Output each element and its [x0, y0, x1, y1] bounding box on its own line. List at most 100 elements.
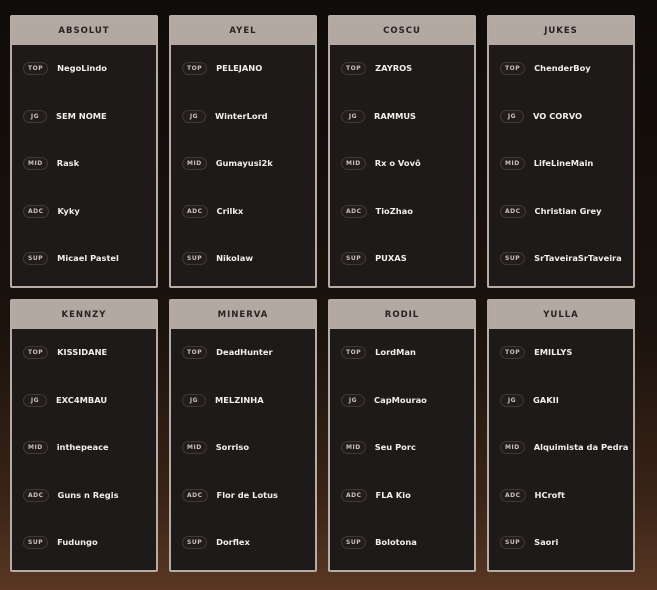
- role-badge: MID: [182, 441, 207, 455]
- player-name: Dorflex: [216, 537, 250, 548]
- roster: TOP DeadHunter JG MELZINHA MID Sorriso ADC F…: [171, 329, 315, 577]
- player-name: VO CORVO: [533, 110, 583, 121]
- player-name: LordMan: [375, 347, 416, 357]
- roster: TOP EMILLYS JG GAKII MID Alquimista da Pedr…: [489, 329, 633, 577]
- player-row: TOP KISSIDANE: [23, 339, 156, 387]
- player-name: LifeLineMain: [533, 158, 594, 169]
- player-row: TOP LordMan: [341, 339, 474, 387]
- team-card: MINERVA TOP DeadHunter JG MELZINHA MID Sorr…: [169, 299, 317, 572]
- player-row: TOP ZAYROS: [341, 55, 474, 103]
- team-card: KENNZY TOP KISSIDANE JG EXC4MBAU MID inthep…: [10, 299, 158, 572]
- role-badge: SUP: [341, 252, 367, 266]
- roster: TOP LordMan JG CapMourao MID Seu Porc ADC FL…: [330, 329, 474, 577]
- player-row: SUP Bolotona: [341, 529, 474, 577]
- team-name: RODIL: [330, 301, 474, 329]
- player-row: ADC Crilkx: [182, 198, 315, 246]
- role-badge: MID: [500, 157, 525, 171]
- player-name: SrTaveiraSrTaveira: [534, 253, 622, 264]
- role-badge: SUP: [341, 536, 367, 550]
- player-row: TOP EMILLYS: [500, 339, 633, 387]
- role-badge: ADC: [23, 488, 49, 502]
- role-badge: TOP: [341, 62, 367, 75]
- player-name: Alquimista da Pedra: [533, 442, 629, 453]
- player-row: MID Rask: [23, 150, 156, 198]
- role-badge: MID: [23, 157, 48, 171]
- role-badge: SUP: [182, 536, 208, 550]
- role-badge: TOP: [23, 346, 49, 359]
- role-badge: MID: [341, 441, 366, 455]
- player-row: SUP Saori: [500, 529, 633, 577]
- player-row: SUP Nikolaw: [182, 245, 315, 293]
- player-name: Guns n Regis: [57, 489, 119, 500]
- player-row: JG CapMourao: [341, 387, 474, 435]
- role-badge: TOP: [341, 346, 367, 359]
- player-row: JG RAMMUS: [341, 103, 474, 151]
- role-badge: JG: [23, 109, 47, 123]
- roster: TOP ChenderBoy JG VO CORVO MID LifeLineMain…: [489, 45, 633, 293]
- player-name: NegoLindo: [57, 63, 107, 73]
- player-row: ADC FLA Kio: [341, 482, 474, 530]
- player-name: CapMourao: [374, 394, 427, 405]
- role-badge: SUP: [23, 252, 49, 266]
- team-card: JUKES TOP ChenderBoy JG VO CORVO MID LifeLi…: [487, 15, 635, 288]
- role-badge: ADC: [341, 488, 367, 502]
- player-name: Seu Porc: [374, 442, 416, 453]
- player-row: ADC TioZhao: [341, 198, 474, 246]
- role-badge: JG: [23, 393, 47, 407]
- player-row: MID Rx o Vovô: [341, 150, 474, 198]
- role-badge: TOP: [500, 346, 526, 359]
- team-name: YULLA: [489, 301, 633, 329]
- role-badge: ADC: [500, 488, 526, 502]
- team-name: ABSOLUT: [12, 17, 156, 45]
- player-row: JG MELZINHA: [182, 387, 315, 435]
- player-row: ADC Guns n Regis: [23, 482, 156, 530]
- player-name: TioZhao: [375, 205, 413, 216]
- role-badge: JG: [341, 109, 365, 123]
- player-name: Rx o Vovô: [374, 158, 421, 169]
- team-card: YULLA TOP EMILLYS JG GAKII MID Alquimista d…: [487, 299, 635, 572]
- role-badge: JG: [341, 393, 365, 407]
- team-name: JUKES: [489, 17, 633, 45]
- player-row: ADC Flor de Lotus: [182, 482, 315, 530]
- role-badge: SUP: [500, 252, 526, 266]
- role-badge: SUP: [23, 536, 49, 550]
- player-name: DeadHunter: [216, 347, 273, 357]
- player-name: Gumayusi2k: [215, 158, 273, 169]
- team-name: MINERVA: [171, 301, 315, 329]
- role-badge: ADC: [500, 204, 526, 218]
- player-row: MID inthepeace: [23, 434, 156, 482]
- player-row: TOP PELEJANO: [182, 55, 315, 103]
- player-row: MID Gumayusi2k: [182, 150, 315, 198]
- player-name: RAMMUS: [374, 110, 417, 121]
- player-row: SUP PUXAS: [341, 245, 474, 293]
- player-name: PELEJANO: [216, 63, 263, 73]
- player-name: Kyky: [57, 205, 80, 216]
- player-name: MELZINHA: [215, 394, 264, 405]
- player-row: JG GAKII: [500, 387, 633, 435]
- role-badge: ADC: [182, 488, 208, 502]
- player-row: ADC Christian Grey: [500, 198, 633, 246]
- player-name: Christian Grey: [534, 205, 602, 216]
- player-name: Flor de Lotus: [216, 489, 278, 500]
- team-card: RODIL TOP LordMan JG CapMourao MID Seu Porc…: [328, 299, 476, 572]
- team-card: AYEL TOP PELEJANO JG WinterLord MID Gumayus…: [169, 15, 317, 288]
- player-row: ADC HCroft: [500, 482, 633, 530]
- role-badge: JG: [500, 393, 524, 407]
- team-name: KENNZY: [12, 301, 156, 329]
- player-name: PUXAS: [375, 253, 407, 264]
- player-row: MID Alquimista da Pedra: [500, 434, 633, 482]
- role-badge: TOP: [182, 346, 208, 359]
- player-name: Nikolaw: [216, 253, 253, 264]
- player-name: EXC4MBAU: [56, 394, 108, 405]
- role-badge: ADC: [341, 204, 367, 218]
- player-name: FLA Kio: [375, 489, 411, 500]
- team-card: COSCU TOP ZAYROS JG RAMMUS MID Rx o Vovô AD…: [328, 15, 476, 288]
- player-name: ZAYROS: [375, 63, 413, 73]
- player-name: Fudungo: [57, 537, 98, 548]
- roster: TOP ZAYROS JG RAMMUS MID Rx o Vovô ADC TioZh…: [330, 45, 474, 293]
- team-card: ABSOLUT TOP NegoLindo JG SEM NOME MID Rask …: [10, 15, 158, 288]
- roster: TOP NegoLindo JG SEM NOME MID Rask ADC Kyky …: [12, 45, 156, 293]
- role-badge: TOP: [23, 62, 49, 75]
- player-name: inthepeace: [56, 442, 109, 453]
- player-row: SUP Fudungo: [23, 529, 156, 577]
